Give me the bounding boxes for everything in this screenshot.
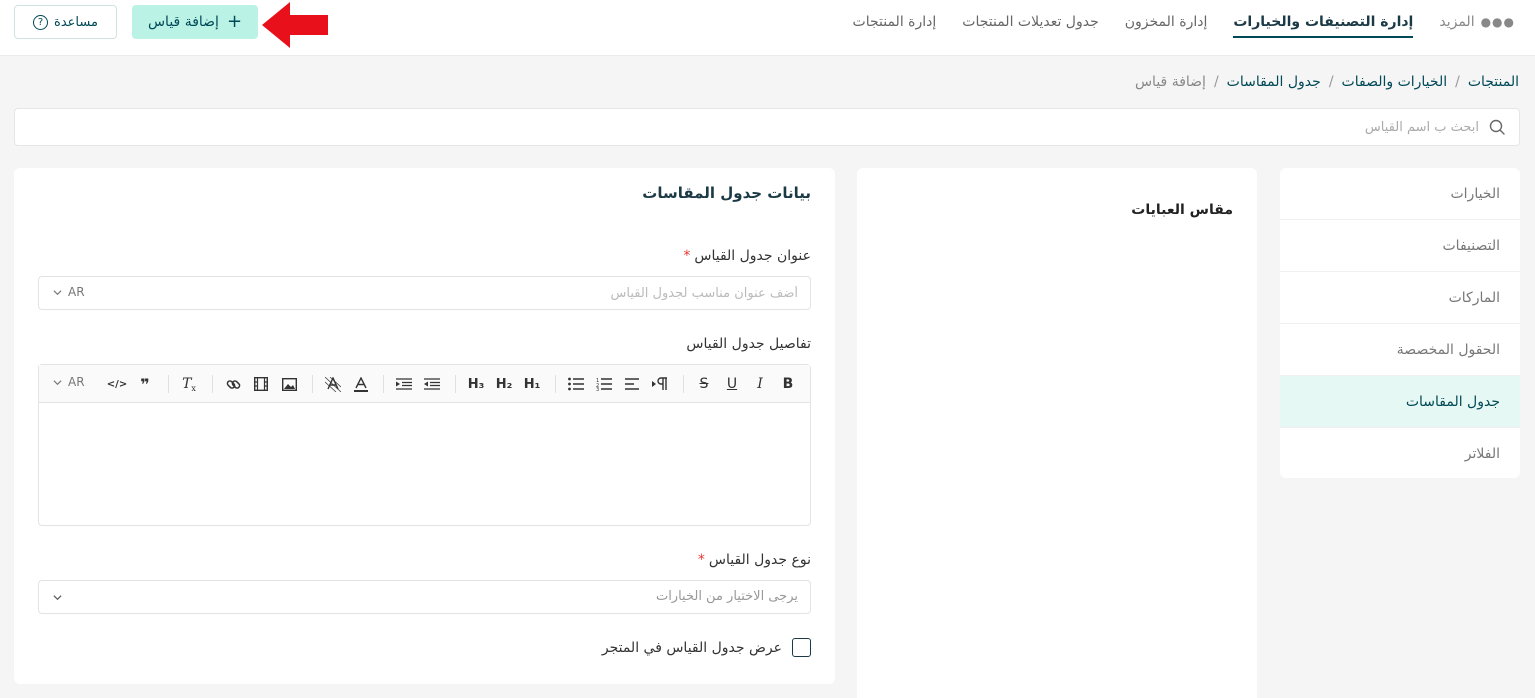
toolbar-separator [212, 375, 213, 393]
breadcrumb-separator: / [1455, 74, 1460, 90]
chevron-down-icon [53, 595, 62, 601]
size-title-input[interactable] [158, 277, 798, 309]
sidebar-item-filters[interactable]: الفلاتر [1280, 428, 1520, 478]
add-size-button[interactable]: إضافة قياس + [132, 5, 258, 39]
search-bar [14, 108, 1520, 146]
help-button-label: مساعدة [54, 14, 98, 30]
breadcrumb-size-charts[interactable]: جدول المقاسات [1227, 74, 1321, 90]
clear-format-label: T [182, 376, 192, 392]
sidebar-item-size-charts[interactable]: جدول المقاسات [1280, 376, 1520, 428]
breadcrumb-separator: / [1213, 74, 1219, 90]
breadcrumb-current: إضافة قياس [1134, 74, 1206, 90]
top-nav: إدارة المنتجات جدول تعديلات المنتجات إدا… [853, 0, 1515, 44]
size-title-label: عنوان جدول القياس* [683, 248, 811, 264]
ellipsis-icon: ●●● [1480, 15, 1515, 29]
underline-button[interactable]: U [722, 374, 742, 394]
show-in-store-label: عرض جدول القياس في المتجر [601, 639, 782, 656]
top-bar: إدارة المنتجات جدول تعديلات المنتجات إدا… [0, 0, 1535, 56]
breadcrumb: المنتجات / الخيارات والصفات / جدول المقا… [1135, 70, 1519, 94]
ordered-list-icon[interactable]: 123 [594, 374, 614, 394]
plus-icon: + [226, 11, 243, 32]
bullet-list-icon[interactable] [566, 374, 586, 394]
breadcrumb-options-attributes[interactable]: الخيارات والصفات [1342, 74, 1448, 90]
nav-item-products[interactable]: إدارة المنتجات [853, 0, 937, 44]
link-icon[interactable] [223, 374, 243, 394]
search-input[interactable] [59, 109, 1479, 145]
italic-button[interactable]: I [750, 374, 770, 394]
settings-sidebar: الخيارات التصنيفات الماركات الحقول المخص… [1280, 168, 1520, 478]
nav-item-categories-options[interactable]: إدارة التصنيفات والخيارات [1233, 12, 1414, 38]
size-chart-list-panel: مقاس العبايات [857, 168, 1257, 698]
sidebar-item-categories[interactable]: التصنيفات [1280, 220, 1520, 272]
heading-2-button[interactable]: H₂ [494, 374, 514, 394]
form-title: بيانات جدول المقاسات [642, 184, 811, 202]
sidebar-item-brands[interactable]: الماركات [1280, 272, 1520, 324]
nav-item-product-edits[interactable]: جدول تعديلات المنتجات [962, 0, 1098, 44]
toolbar-separator [312, 375, 313, 393]
type-label-text: نوع جدول القياس [708, 552, 811, 568]
question-circle-icon: ? [33, 14, 49, 30]
highlight-color-icon[interactable] [323, 374, 343, 394]
svg-text:3: 3 [596, 387, 599, 391]
size-chart-form: بيانات جدول المقاسات عنوان جدول القياس* … [14, 168, 835, 684]
chevron-down-icon [53, 289, 62, 295]
text-color-icon[interactable] [351, 374, 371, 394]
indent-icon[interactable] [394, 374, 414, 394]
type-select[interactable]: يرجى الاختيار من الخيارات [38, 580, 811, 614]
code-button[interactable]: </> [107, 374, 127, 394]
bold-button[interactable]: B [778, 374, 798, 394]
type-label: نوع جدول القياس* [698, 552, 811, 568]
editor-content-area[interactable] [39, 403, 810, 525]
nav-item-inventory[interactable]: إدارة المخزون [1125, 0, 1208, 44]
strikethrough-button[interactable]: S [694, 374, 714, 394]
size-title-field: AR [38, 276, 811, 310]
toolbar-separator [555, 375, 556, 393]
details-label: تفاصيل جدول القياس [686, 336, 811, 352]
breadcrumb-products[interactable]: المنتجات [1468, 74, 1519, 90]
align-icon[interactable] [622, 374, 642, 394]
editor-language-selector[interactable]: AR [53, 375, 85, 389]
heading-1-button[interactable]: H₁ [522, 374, 542, 394]
blockquote-button[interactable]: ❞ [135, 374, 155, 394]
sidebar-item-options[interactable]: الخيارات [1280, 168, 1520, 220]
size-title-label-text: عنوان جدول القياس [694, 248, 811, 264]
show-in-store-checkbox[interactable] [792, 638, 811, 657]
paragraph-direction-icon[interactable] [650, 374, 670, 394]
size-chart-item[interactable]: مقاس العبايات [1131, 202, 1233, 218]
editor-language-label: AR [68, 375, 85, 389]
language-selector[interactable]: AR [53, 285, 85, 299]
toolbar-separator [383, 375, 384, 393]
search-icon [1489, 119, 1505, 135]
rich-text-editor: B I U S 123 H₁ H₂ H₃ T x ❞ </> AR [38, 364, 811, 526]
nav-more-label: المزيد [1439, 14, 1475, 30]
type-select-placeholder: يرجى الاختيار من الخيارات [655, 589, 798, 604]
chevron-down-icon [53, 379, 62, 385]
editor-toolbar: B I U S 123 H₁ H₂ H₃ T x ❞ </> AR [39, 365, 810, 403]
annotation-arrow-icon [262, 2, 328, 48]
required-mark: * [697, 552, 705, 568]
required-mark: * [683, 248, 691, 264]
clear-format-button[interactable]: Tx [179, 374, 199, 394]
language-selector-label: AR [68, 285, 85, 299]
outdent-icon[interactable] [422, 374, 442, 394]
add-size-button-label: إضافة قياس [147, 14, 219, 30]
toolbar-separator [168, 375, 169, 393]
nav-more[interactable]: ●●● المزيد [1439, 14, 1515, 30]
image-icon[interactable] [279, 374, 299, 394]
show-in-store-row: عرض جدول القياس في المتجر [602, 638, 811, 657]
help-button[interactable]: ? مساعدة [14, 5, 117, 39]
toolbar-separator [683, 375, 684, 393]
video-icon[interactable] [251, 374, 271, 394]
breadcrumb-separator: / [1328, 74, 1334, 90]
heading-3-button[interactable]: H₃ [466, 374, 486, 394]
sidebar-item-custom-fields[interactable]: الحقول المخصصة [1280, 324, 1520, 376]
toolbar-separator [455, 375, 456, 393]
